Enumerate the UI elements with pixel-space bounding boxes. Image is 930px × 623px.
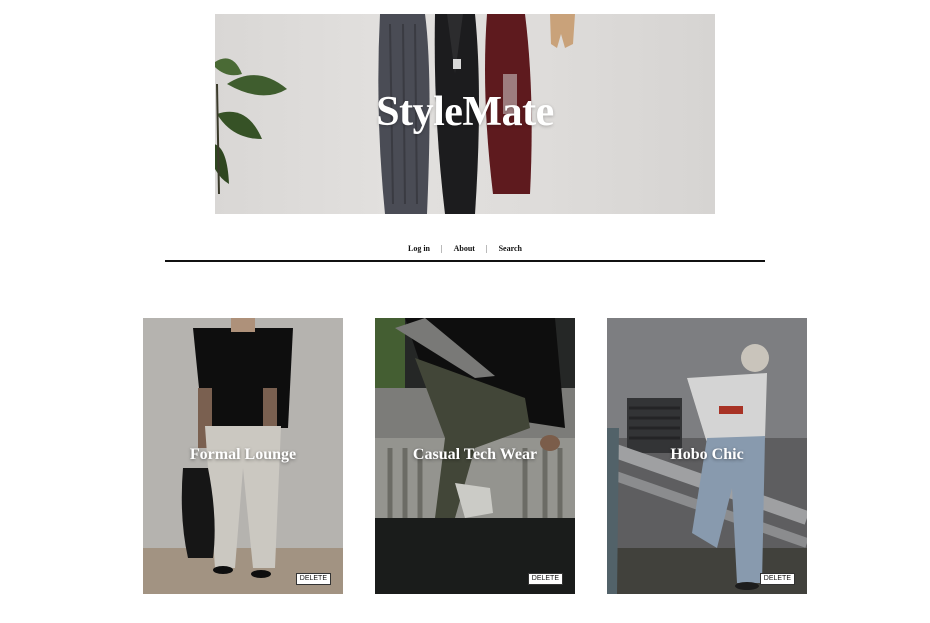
delete-button[interactable]: DELETE <box>295 573 331 585</box>
outfit-card-casual-tech-wear[interactable]: Casual Tech Wear DELETE <box>375 318 575 594</box>
nav-login-link[interactable]: Log in <box>397 244 441 253</box>
outfit-card-formal-lounge[interactable]: Formal Lounge DELETE <box>143 318 343 594</box>
outfit-title: Formal Lounge <box>189 446 297 463</box>
nav-search-link[interactable]: Search <box>488 244 533 253</box>
main-nav: Log in | About | Search <box>165 236 765 260</box>
outfit-card-hobo-chic[interactable]: Hobo Chic DELETE <box>607 318 807 594</box>
outfit-title: Hobo Chic <box>670 446 744 463</box>
site-title: StyleMate <box>376 89 554 135</box>
delete-button[interactable]: DELETE <box>759 573 795 585</box>
page: StyleMate Log in | About | Search Formal… <box>0 0 930 623</box>
outfit-title: Casual Tech Wear <box>412 446 538 463</box>
nav-divider <box>165 260 765 262</box>
hero-banner: StyleMate <box>215 14 715 214</box>
nav-about-link[interactable]: About <box>443 244 486 253</box>
delete-button[interactable]: DELETE <box>527 573 563 585</box>
